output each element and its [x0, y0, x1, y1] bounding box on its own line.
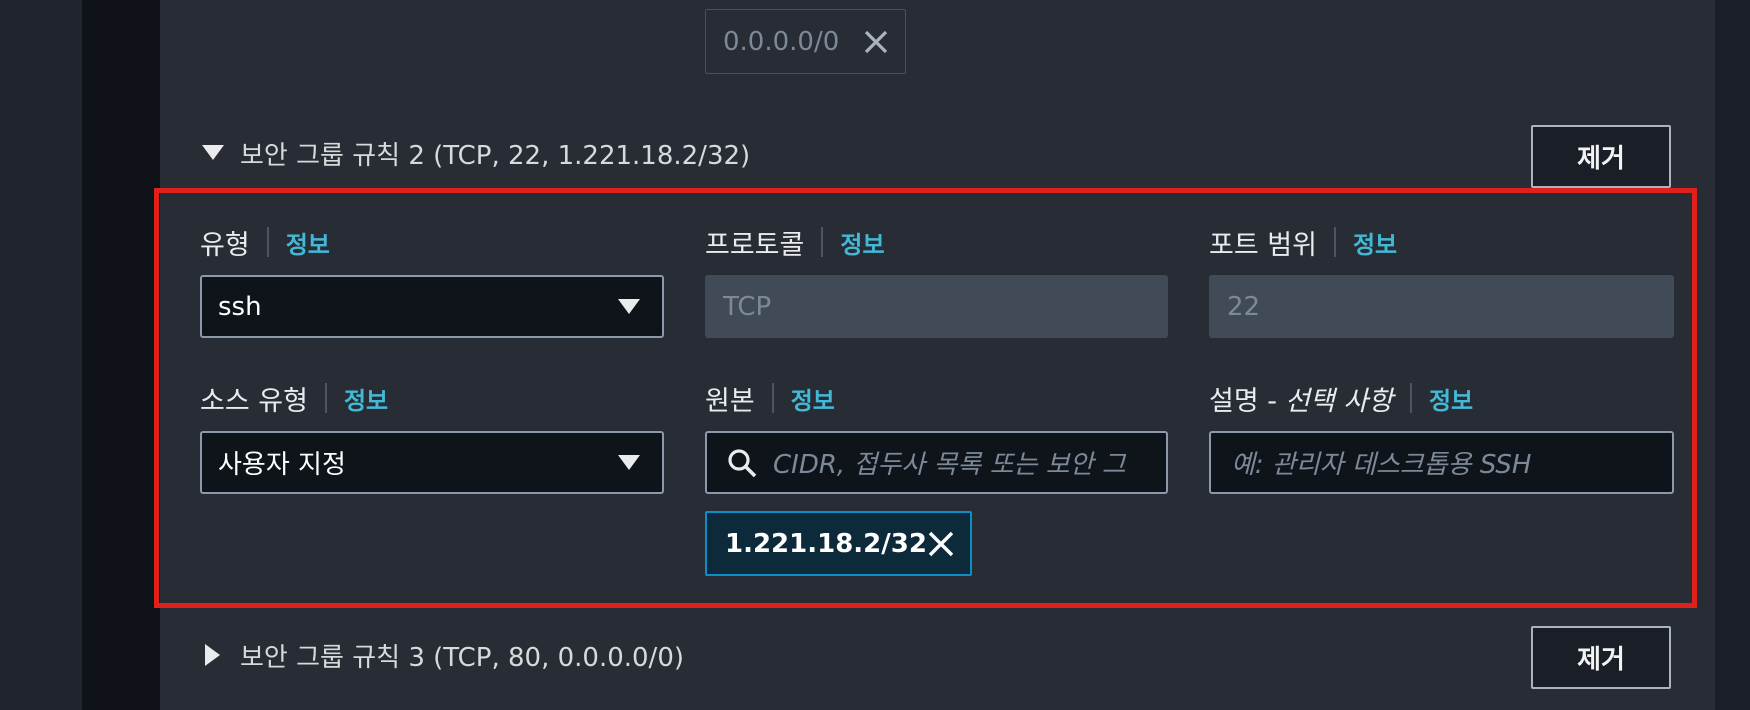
port-range-info-link[interactable]: 정보: [1353, 225, 1397, 260]
port-range-label-row: 포트 범위 정보: [1209, 222, 1397, 262]
type-label-row: 유형 정보: [200, 222, 330, 262]
protocol-value: TCP: [723, 291, 772, 322]
protocol-info-link[interactable]: 정보: [840, 225, 884, 260]
description-label: 설명 -: [1209, 385, 1278, 417]
label-divider: [266, 227, 269, 257]
source-type-value: 사용자 지정: [218, 450, 346, 480]
source-info-link[interactable]: 정보: [791, 381, 835, 416]
port-range-value: 22: [1227, 291, 1261, 322]
label-divider: [821, 227, 824, 257]
source-label: 원본: [705, 385, 755, 417]
source-token-value: 1.221.18.2/32: [725, 528, 927, 559]
type-value: ssh: [218, 291, 262, 322]
search-icon: [727, 448, 757, 478]
label-divider: [1409, 383, 1412, 413]
left-strip: [82, 0, 160, 710]
rule-3-title: 보안 그룹 규칙 3 (TCP, 80, 0.0.0.0/0): [240, 642, 685, 673]
protocol-field: TCP: [705, 275, 1168, 338]
description-label-row: 설명 - 선택 사항 정보: [1209, 378, 1473, 418]
caret-right-icon: [200, 644, 226, 666]
dropdown-arrow-icon: [618, 298, 640, 315]
description-info-link[interactable]: 정보: [1429, 381, 1473, 416]
label-divider: [771, 383, 774, 413]
rule-3-toggle[interactable]: 보안 그룹 규칙 3 (TCP, 80, 0.0.0.0/0): [200, 635, 684, 675]
source-type-select[interactable]: 사용자 지정: [200, 431, 664, 494]
source-type-label: 소스 유형: [200, 385, 308, 417]
source-label-row: 원본 정보: [705, 378, 835, 418]
dropdown-arrow-icon: [618, 454, 640, 471]
source-type-info-link[interactable]: 정보: [344, 381, 388, 416]
source-token: 1.221.18.2/32: [705, 511, 972, 576]
source-search-input[interactable]: CIDR, 접두사 목록 또는 보안 그: [705, 431, 1168, 494]
port-range-field: 22: [1209, 275, 1674, 338]
source-token-value: 0.0.0.0/0: [723, 26, 840, 57]
remove-rule-2-button[interactable]: 제거: [1531, 125, 1671, 188]
type-info-link[interactable]: 정보: [286, 225, 330, 260]
type-label: 유형: [200, 229, 250, 261]
close-icon[interactable]: [927, 530, 955, 558]
source-token-previous: 0.0.0.0/0: [705, 9, 906, 74]
description-optional-label: 선택 사항: [1285, 385, 1393, 417]
remove-rule-3-button[interactable]: 제거: [1531, 626, 1671, 689]
source-search-placeholder: CIDR, 접두사 목록 또는 보안 그: [773, 450, 1126, 480]
description-input[interactable]: 예: 관리자 데스크톱용 SSH: [1209, 431, 1674, 494]
close-icon[interactable]: [863, 29, 889, 55]
rule-2-title: 보안 그룹 규칙 2 (TCP, 22, 1.221.18.2/32): [240, 140, 751, 171]
protocol-label: 프로토콜: [705, 229, 805, 261]
label-divider: [324, 383, 327, 413]
label-divider: [1333, 227, 1336, 257]
right-edge: [1715, 0, 1750, 710]
source-type-label-row: 소스 유형 정보: [200, 378, 388, 418]
protocol-label-row: 프로토콜 정보: [705, 222, 885, 262]
rule-2-toggle[interactable]: 보안 그룹 규칙 2 (TCP, 22, 1.221.18.2/32): [200, 133, 750, 173]
port-range-label: 포트 범위: [1209, 229, 1317, 261]
description-placeholder: 예: 관리자 데스크톱용 SSH: [1231, 450, 1532, 480]
left-gutter: [0, 0, 82, 710]
caret-down-icon: [200, 145, 226, 161]
type-select[interactable]: ssh: [200, 275, 664, 338]
